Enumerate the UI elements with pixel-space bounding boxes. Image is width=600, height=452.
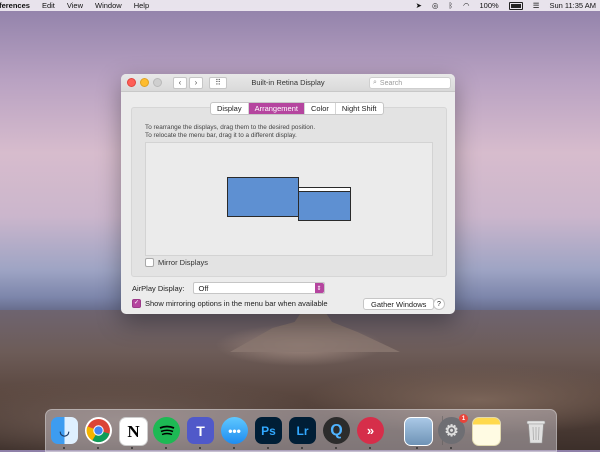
instructions-line-2: To relocate the menu bar, drag it to a d…: [145, 131, 297, 139]
wifi-icon[interactable]: ◠: [463, 1, 470, 10]
user-switch-icon[interactable]: ☰: [533, 1, 540, 10]
tab-arrangement[interactable]: Arrangement: [248, 103, 305, 114]
photoshop-icon[interactable]: Ps: [255, 417, 282, 444]
menu-edit[interactable]: Edit: [42, 1, 55, 10]
airplay-row: AirPlay Display: Off ⇕: [132, 282, 325, 294]
show-mirroring-row: ✓ Show mirroring options in the menu bar…: [132, 299, 328, 308]
minimize-button[interactable]: [140, 78, 149, 87]
menu-window[interactable]: Window: [95, 1, 122, 10]
notes-icon[interactable]: [472, 417, 501, 446]
running-indicator: [335, 447, 337, 449]
running-indicator: [199, 447, 201, 449]
help-button[interactable]: ?: [433, 298, 445, 310]
show-all-grid-icon[interactable]: ⠿: [209, 76, 227, 89]
trash-icon[interactable]: [522, 417, 549, 444]
zoom-button[interactable]: [153, 78, 162, 87]
bluetooth-icon[interactable]: ᛒ: [448, 1, 453, 10]
show-mirroring-label: Show mirroring options in the menu bar w…: [145, 299, 328, 308]
menu-clock[interactable]: Sun 11:35 AM: [549, 1, 596, 10]
window-titlebar[interactable]: ‹ › ⠿ Built-in Retina Display ⌕ Search: [121, 74, 455, 92]
running-indicator: [450, 447, 452, 449]
running-indicator: [301, 447, 303, 449]
updown-chevron-icon: ⇕: [314, 283, 324, 293]
menu-bar: references Edit View Window Help ➤ ◎ ᛒ ◠…: [0, 0, 600, 11]
menu-help[interactable]: Help: [134, 1, 149, 10]
running-indicator: [131, 447, 133, 449]
running-indicator: [416, 447, 418, 449]
battery-percent: 100%: [479, 1, 499, 10]
notification-badge: 1: [459, 414, 468, 423]
finder-icon[interactable]: ◡: [51, 417, 78, 444]
battery-icon[interactable]: [508, 1, 523, 10]
screenflick-icon[interactable]: »: [357, 417, 384, 444]
messages-icon[interactable]: •••: [221, 417, 248, 444]
teams-icon[interactable]: T: [187, 417, 214, 444]
display-primary[interactable]: [227, 177, 299, 217]
display-arrangement-area: [145, 142, 433, 256]
airplay-label: AirPlay Display:: [132, 283, 185, 293]
menu-app-name[interactable]: references: [0, 1, 30, 10]
running-indicator: [369, 447, 371, 449]
lightroom-icon[interactable]: Lr: [289, 417, 316, 444]
close-button[interactable]: [127, 78, 136, 87]
instructions-line-1: To rearrange the displays, drag them to …: [145, 124, 316, 131]
menu-view[interactable]: View: [67, 1, 83, 10]
display-secondary[interactable]: [298, 187, 351, 221]
arrangement-instructions: To rearrange the displays, drag them to …: [145, 124, 315, 139]
arrangement-panel: To rearrange the displays, drag them to …: [131, 107, 447, 277]
search-placeholder: Search: [379, 79, 403, 87]
tab-display[interactable]: Display: [211, 103, 249, 114]
display-preferences-window: ‹ › ⠿ Built-in Retina Display ⌕ Search D…: [121, 74, 455, 314]
airplay-value: Off: [198, 283, 209, 293]
mirror-displays-row: Mirror Displays: [145, 258, 208, 267]
gather-windows-button[interactable]: Gather Windows: [363, 298, 435, 310]
chrome-icon[interactable]: [85, 417, 112, 444]
show-mirroring-checkbox[interactable]: ✓: [132, 299, 141, 308]
menu-bar-indicator[interactable]: [299, 188, 350, 192]
running-indicator: [165, 447, 167, 449]
running-indicator: [63, 447, 65, 449]
tab-night-shift[interactable]: Night Shift: [336, 103, 383, 114]
dock: ◡ N T ••• Ps Lr Q » ⚙ 1: [45, 409, 557, 452]
running-indicator: [233, 447, 235, 449]
search-icon: ⌕: [373, 79, 377, 86]
quicktime-icon[interactable]: Q: [323, 417, 350, 444]
cc-icon[interactable]: ◎: [432, 1, 439, 10]
location-icon[interactable]: ➤: [416, 1, 422, 10]
mirror-displays-label: Mirror Displays: [158, 258, 209, 267]
preference-tabs: Display Arrangement Color Night Shift: [210, 102, 384, 115]
forward-arrow-icon[interactable]: ›: [189, 76, 203, 89]
airplay-select[interactable]: Off ⇕: [192, 282, 325, 294]
nav-buttons: ‹ ›: [171, 76, 203, 89]
traffic-lights: [127, 78, 162, 87]
tab-color[interactable]: Color: [305, 103, 336, 114]
spotify-icon[interactable]: [153, 417, 180, 444]
search-field[interactable]: ⌕ Search: [369, 77, 451, 89]
running-indicator: [97, 447, 99, 449]
notion-icon[interactable]: N: [119, 417, 148, 446]
back-arrow-icon[interactable]: ‹: [173, 76, 187, 89]
preview-icon[interactable]: [404, 417, 433, 446]
running-indicator: [267, 447, 269, 449]
mirror-displays-checkbox[interactable]: [145, 258, 154, 267]
